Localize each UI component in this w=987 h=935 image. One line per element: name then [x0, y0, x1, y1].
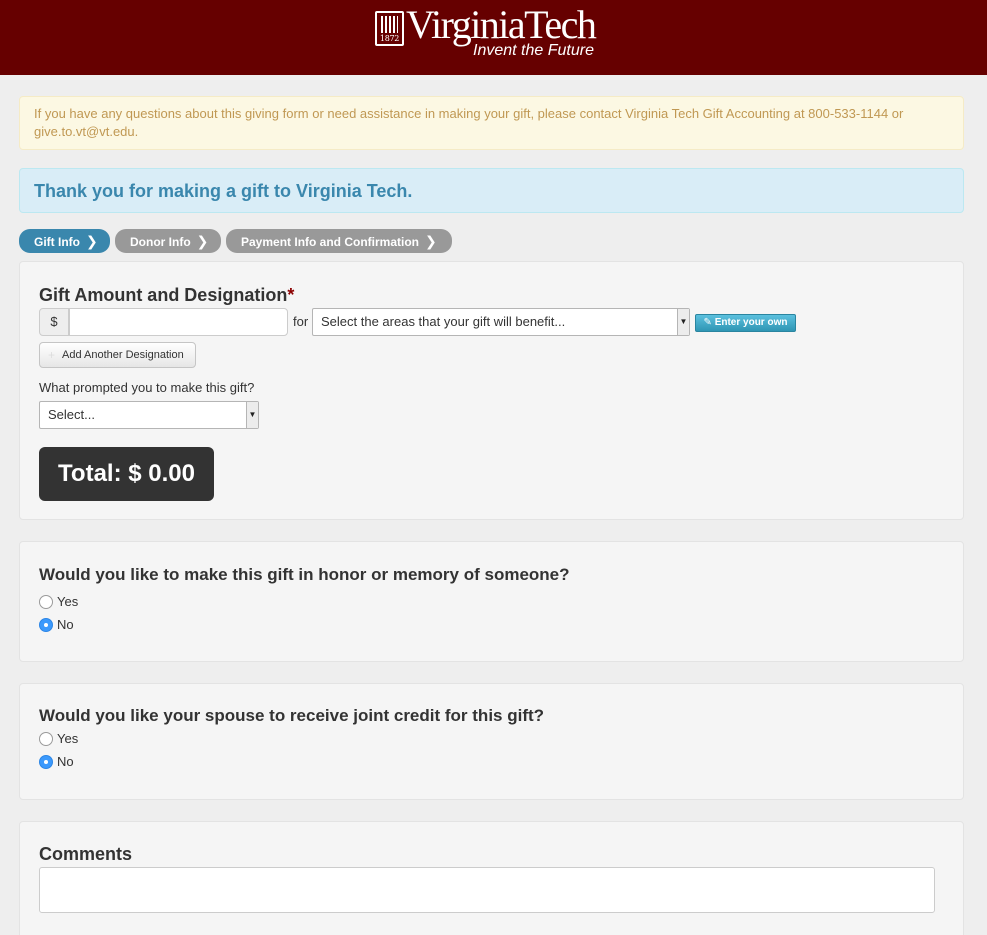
- gift-amount-title: Gift Amount and Designation*: [39, 285, 295, 305]
- for-label: for: [293, 314, 309, 329]
- honor-no-radio[interactable]: [39, 618, 53, 632]
- virginia-tech-logo[interactable]: 1872 VirginiaTech Invent the Future: [375, 2, 615, 67]
- spouse-yes-radio[interactable]: [39, 732, 53, 746]
- plus-icon: +: [48, 348, 56, 362]
- gift-amount-panel: Gift Amount and Designation* $ for Selec…: [19, 261, 964, 520]
- pencil-icon: ✎: [703, 317, 712, 328]
- step-donor-info[interactable]: Donor Info ❯: [115, 229, 221, 253]
- spouse-credit-question: Would you like your spouse to receive jo…: [39, 706, 545, 725]
- prompt-label: What prompted you to make this gift?: [39, 380, 255, 395]
- university-seal-icon: 1872: [375, 11, 404, 46]
- gift-total: Total: $ 0.00: [39, 447, 214, 501]
- honor-yes-radio[interactable]: [39, 595, 53, 609]
- honor-memory-panel: Would you like to make this gift in hono…: [19, 541, 964, 662]
- dropdown-arrow-icon: ▼: [246, 402, 258, 428]
- site-header: 1872 VirginiaTech Invent the Future: [0, 0, 987, 75]
- logo-tagline: Invent the Future: [473, 42, 594, 59]
- spouse-credit-panel: Would you like your spouse to receive jo…: [19, 683, 964, 800]
- prompt-select-value: Select...: [48, 407, 95, 422]
- designation-select[interactable]: Select the areas that your gift will ben…: [312, 308, 690, 336]
- designation-select-value: Select the areas that your gift will ben…: [321, 314, 566, 329]
- thank-you-banner: Thank you for making a gift to Virginia …: [19, 168, 964, 213]
- currency-prefix: $: [39, 308, 69, 336]
- step-label: Payment Info and Confirmation: [241, 235, 420, 249]
- step-payment-info[interactable]: Payment Info and Confirmation ❯: [226, 229, 452, 253]
- step-gift-info[interactable]: Gift Info ❯: [19, 229, 110, 253]
- comments-title: Comments: [39, 844, 133, 864]
- prompt-select[interactable]: Select... ▼: [39, 401, 259, 429]
- dropdown-arrow-icon: ▼: [677, 309, 689, 335]
- add-designation-button[interactable]: + Add Another Designation: [39, 342, 196, 368]
- comments-panel: Comments: [19, 821, 964, 935]
- chevron-right-icon: ❯: [425, 233, 437, 249]
- required-marker: *: [287, 285, 295, 305]
- step-label: Gift Info: [34, 235, 80, 249]
- seal-year: 1872: [379, 34, 400, 43]
- assistance-notice: If you have any questions about this giv…: [19, 96, 964, 150]
- chevron-right-icon: ❯: [85, 233, 98, 249]
- enter-your-own-button[interactable]: ✎ Enter your own: [695, 314, 796, 332]
- comments-textarea[interactable]: [39, 867, 935, 913]
- chevron-right-icon: ❯: [196, 233, 209, 249]
- honor-memory-question: Would you like to make this gift in hono…: [39, 565, 570, 584]
- gift-amount-input[interactable]: [69, 308, 288, 336]
- spouse-no-radio[interactable]: [39, 755, 53, 769]
- step-label: Donor Info: [130, 235, 191, 249]
